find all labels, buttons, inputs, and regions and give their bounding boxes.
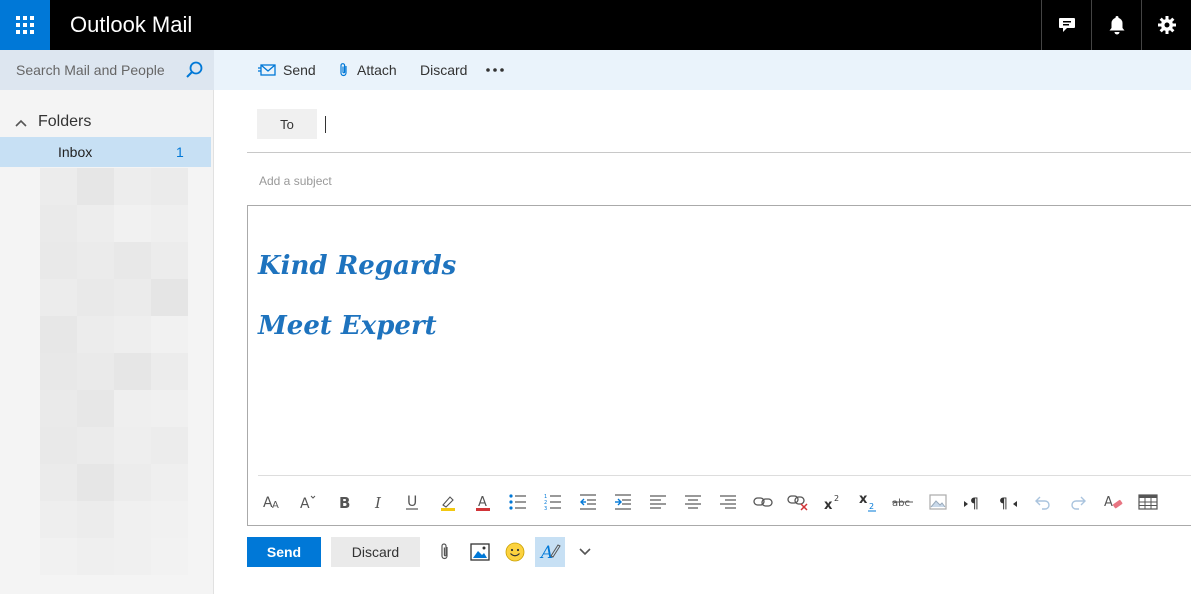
picture-icon[interactable] bbox=[467, 539, 493, 565]
align-right-icon[interactable] bbox=[716, 490, 740, 514]
top-bar: Outlook Mail bbox=[0, 0, 1191, 50]
ltr-icon[interactable]: ¶ bbox=[961, 490, 985, 514]
chat-icon[interactable] bbox=[1041, 0, 1091, 50]
search-icon[interactable] bbox=[184, 60, 204, 80]
search-input[interactable]: Search Mail and People bbox=[16, 62, 165, 78]
insert-table-icon[interactable] bbox=[1136, 490, 1160, 514]
folder-label: Inbox bbox=[58, 144, 93, 160]
align-left-icon[interactable] bbox=[646, 490, 670, 514]
attach-command-label: Attach bbox=[357, 62, 397, 78]
clear-formatting-icon[interactable]: A bbox=[1101, 490, 1125, 514]
decrease-indent-icon[interactable] bbox=[576, 490, 600, 514]
attach-icon[interactable] bbox=[432, 539, 458, 565]
increase-indent-icon[interactable] bbox=[611, 490, 635, 514]
obscured-folder-list bbox=[40, 168, 188, 575]
svg-text:A: A bbox=[300, 496, 310, 511]
send-command-label: Send bbox=[283, 62, 316, 78]
svg-text:A: A bbox=[539, 543, 553, 562]
svg-text:A: A bbox=[1104, 495, 1113, 510]
bold-icon[interactable]: B bbox=[332, 490, 356, 514]
folders-label: Folders bbox=[38, 113, 92, 130]
search-box[interactable]: Search Mail and People bbox=[0, 50, 214, 90]
svg-text:x: x bbox=[824, 498, 833, 511]
svg-text:3: 3 bbox=[544, 506, 547, 510]
signature-line: Meet Expert bbox=[258, 311, 437, 341]
discard-command[interactable]: Discard bbox=[420, 50, 467, 90]
svg-text:U: U bbox=[407, 494, 417, 510]
svg-text:abc: abc bbox=[892, 498, 910, 509]
italic-icon[interactable]: I bbox=[366, 490, 390, 514]
command-bar: Send Attach Discard bbox=[214, 50, 1191, 90]
font-color-icon[interactable]: A bbox=[471, 490, 495, 514]
formatting-toolbar: AA A B I U A 123 x 2 x 2 abc ¶ ¶ A bbox=[248, 486, 1191, 516]
divider bbox=[258, 475, 1191, 476]
divider bbox=[247, 152, 1191, 153]
svg-text:I: I bbox=[374, 494, 382, 511]
insert-picture-icon[interactable] bbox=[926, 490, 950, 514]
chevron-down-icon[interactable] bbox=[572, 539, 598, 565]
subscript-icon[interactable]: x2 bbox=[856, 490, 880, 514]
attach-command[interactable]: Attach bbox=[338, 50, 397, 90]
discard-command-label: Discard bbox=[420, 62, 468, 78]
discard-button[interactable]: Discard bbox=[331, 537, 420, 567]
svg-text:2: 2 bbox=[869, 502, 874, 511]
highlight-icon[interactable] bbox=[436, 490, 460, 514]
svg-text:x: x bbox=[859, 492, 868, 507]
svg-text:2: 2 bbox=[834, 494, 839, 503]
unread-count: 1 bbox=[176, 144, 184, 160]
align-center-icon[interactable] bbox=[681, 490, 705, 514]
font-size-icon[interactable]: A bbox=[296, 490, 320, 514]
bullets-icon[interactable] bbox=[506, 490, 530, 514]
to-button[interactable]: To bbox=[257, 109, 317, 139]
app-launcher-icon[interactable] bbox=[0, 0, 50, 50]
svg-text:A: A bbox=[272, 500, 279, 511]
gear-icon[interactable] bbox=[1141, 0, 1191, 50]
svg-text:¶: ¶ bbox=[970, 496, 979, 511]
undo-icon[interactable] bbox=[1031, 490, 1055, 514]
send-command[interactable]: Send bbox=[258, 50, 316, 90]
redo-icon[interactable] bbox=[1066, 490, 1090, 514]
message-body[interactable]: Kind Regards Meet Expert AA A B I U A 12… bbox=[247, 205, 1191, 526]
chevron-up-icon[interactable] bbox=[14, 116, 28, 130]
send-button[interactable]: Send bbox=[247, 537, 321, 567]
svg-text:A: A bbox=[478, 495, 487, 510]
strikethrough-icon[interactable]: abc bbox=[891, 490, 915, 514]
svg-text:¶: ¶ bbox=[999, 496, 1008, 511]
insert-link-icon[interactable] bbox=[751, 490, 775, 514]
underline-icon[interactable]: U bbox=[400, 490, 424, 514]
sidebar-item-inbox[interactable]: Inbox 1 bbox=[0, 137, 211, 167]
font-icon[interactable]: AA bbox=[260, 490, 284, 514]
signature-line: Kind Regards bbox=[258, 251, 457, 281]
folders-header[interactable]: Folders bbox=[0, 112, 214, 134]
rtl-icon[interactable]: ¶ bbox=[996, 490, 1020, 514]
remove-link-icon[interactable] bbox=[786, 490, 810, 514]
send-mail-icon bbox=[258, 64, 276, 76]
app-title[interactable]: Outlook Mail bbox=[70, 0, 192, 50]
paperclip-icon bbox=[340, 63, 347, 77]
emoji-icon[interactable] bbox=[502, 539, 528, 565]
text-caret bbox=[325, 116, 326, 133]
superscript-icon[interactable]: x2 bbox=[821, 490, 845, 514]
svg-text:B: B bbox=[339, 494, 350, 511]
more-icon[interactable] bbox=[486, 50, 511, 90]
numbering-icon[interactable]: 123 bbox=[541, 490, 565, 514]
format-icon[interactable]: A bbox=[535, 537, 565, 567]
subject-field[interactable]: Add a subject bbox=[259, 174, 332, 188]
folder-pane: Search Mail and People Folders Inbox 1 bbox=[0, 50, 214, 594]
bell-icon[interactable] bbox=[1091, 0, 1141, 50]
to-field[interactable] bbox=[325, 115, 1185, 135]
